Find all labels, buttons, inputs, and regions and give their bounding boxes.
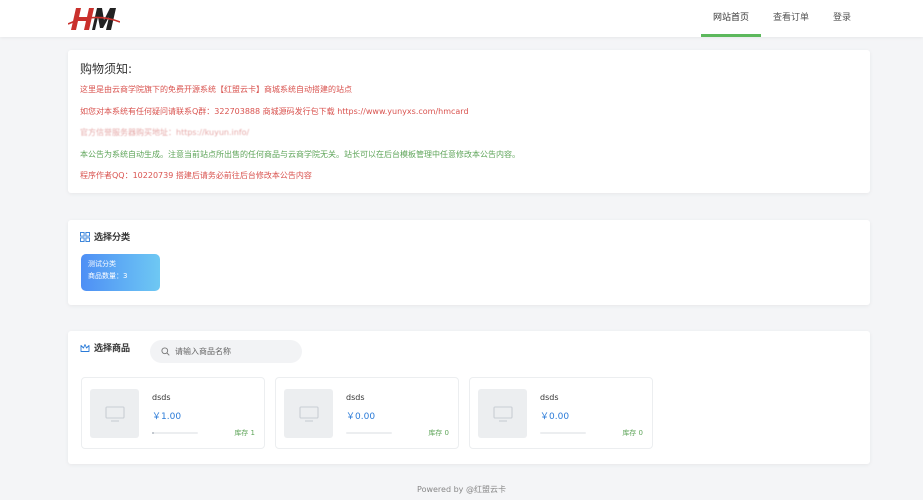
- nav-home[interactable]: 网站首页: [700, 0, 761, 37]
- product-name: dsds: [540, 393, 559, 402]
- category-tile[interactable]: 测试分类 商品数量：3: [81, 254, 160, 291]
- product-price: ￥1.00: [152, 412, 182, 422]
- product-card[interactable]: dsds ￥1.00 库存 1: [81, 377, 265, 449]
- stock-progress-bar: [346, 432, 392, 434]
- product-card[interactable]: dsds ￥0.00 库存 0: [469, 377, 653, 449]
- main-nav: 网站首页 查看订单 登录: [700, 0, 863, 37]
- monitor-icon: [298, 405, 319, 422]
- notice-line-1: 这里是由云商学院旗下的免费开源系统【红盟云卡】商城系统自动搭建的站点: [80, 85, 352, 94]
- monitor-icon: [492, 405, 513, 422]
- category-count: 商品数量：3: [88, 272, 128, 280]
- product-image: [284, 389, 333, 438]
- monitor-icon: [104, 405, 125, 422]
- product-image: [90, 389, 139, 438]
- products-section-title: 选择商品: [94, 344, 131, 354]
- site-logo[interactable]: [68, 4, 120, 32]
- notice-line-2: 如您对本系统有任何疑问请联系Q群：322703888 商城源码发行包下载 htt…: [80, 106, 469, 116]
- notice-line-3: 官方信誉服务器购买地址：https://kuyun.info/: [80, 128, 250, 137]
- product-name: dsds: [346, 393, 365, 402]
- top-navbar: 网站首页 查看订单 登录: [0, 0, 923, 37]
- product-name: dsds: [152, 393, 171, 402]
- grid-icon: [80, 231, 90, 242]
- category-section-title: 选择分类: [94, 233, 131, 243]
- product-search-box[interactable]: [150, 340, 302, 363]
- product-price: ￥0.00: [540, 412, 570, 422]
- category-header: 选择分类: [80, 230, 858, 243]
- product-stock: 库存 0: [428, 429, 449, 437]
- product-image: [478, 389, 527, 438]
- product-stock: 库存 1: [234, 429, 255, 437]
- category-card: 选择分类 测试分类 商品数量：3: [68, 220, 870, 305]
- stock-progress-bar: [152, 432, 198, 434]
- footer: Powered by @红盟云卡: [417, 485, 506, 494]
- notice-line-5: 程序作者QQ：10220739 搭建后请务必前往后台修改本公告内容: [80, 171, 312, 180]
- product-price: ￥0.00: [346, 412, 376, 422]
- product-stock: 库存 0: [622, 429, 643, 437]
- crown-icon: [80, 343, 90, 352]
- product-card[interactable]: dsds ￥0.00 库存 0: [275, 377, 459, 449]
- nav-orders[interactable]: 查看订单: [761, 0, 821, 37]
- category-name: 测试分类: [88, 260, 116, 268]
- stock-progress-bar: [540, 432, 586, 434]
- notice-line-4: 本公告为系统自动生成。注意当前站点所出售的任何商品与云商学院无关。站长可以在后台…: [80, 149, 520, 159]
- notice-card: 购物须知: 这里是由云商学院旗下的免费开源系统【红盟云卡】商城系统自动搭建的站点…: [68, 50, 870, 193]
- notice-title: 购物须知:: [80, 62, 133, 76]
- products-card: 选择商品 dsds ￥1.00 库存 1 dsds ￥0.00 库: [68, 331, 870, 464]
- product-search-input[interactable]: [175, 347, 295, 356]
- search-icon: [161, 347, 170, 356]
- nav-login[interactable]: 登录: [821, 0, 863, 37]
- stock-progress-fill: [152, 432, 155, 434]
